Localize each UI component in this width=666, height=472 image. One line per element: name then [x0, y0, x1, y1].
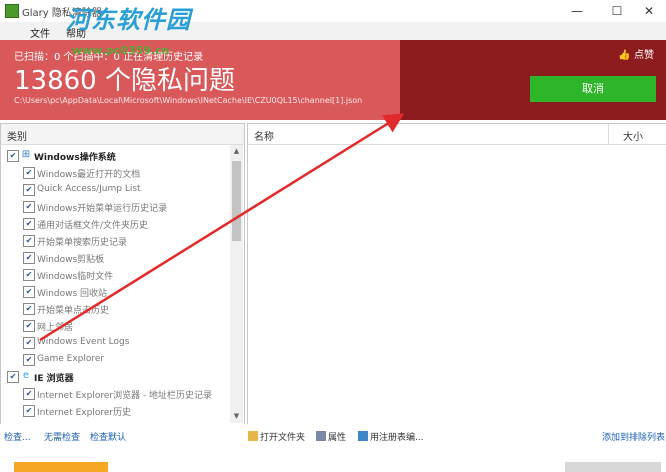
scroll-up-icon[interactable]: ▲: [230, 145, 243, 158]
open-folder-button[interactable]: 打开文件夹: [248, 430, 305, 443]
item-label: Windows剪贴板: [37, 255, 105, 265]
check-default-link[interactable]: 检查默认: [90, 430, 126, 443]
item-label: Quick Access/Jump List: [37, 184, 141, 194]
column-name-header[interactable]: 名称: [254, 128, 274, 143]
item-checkbox[interactable]: ✔: [23, 269, 35, 281]
item-label: Windows开始菜单运行历史记录: [37, 204, 168, 214]
item-checkbox[interactable]: ✔: [23, 354, 35, 366]
item-label: Windows Event Logs: [37, 337, 130, 347]
primary-action-button-partial[interactable]: [14, 462, 108, 472]
registry-edit-button[interactable]: 用注册表编...: [358, 430, 424, 443]
category-item[interactable]: ✔ Windows最近打开的文档: [1, 164, 229, 181]
category-item[interactable]: ✔ Internet Explorer浏览器 - 地址栏历史记录: [1, 385, 229, 402]
scroll-down-icon[interactable]: ▼: [230, 410, 243, 423]
item-label: Windows最近打开的文档: [37, 170, 141, 180]
category-item[interactable]: ✔ Windows 回收站: [1, 283, 229, 300]
close-button[interactable]: ✕: [634, 2, 664, 20]
item-checkbox[interactable]: ✔: [23, 235, 35, 247]
column-size-header[interactable]: 大小: [623, 128, 643, 143]
item-label: Internet Explorer历史: [37, 408, 132, 418]
category-panel: 类别 ✔ ⊞ Windows操作系统 ✔ Windows最近打开的文档 ✔ Quick Ac…: [0, 123, 245, 425]
secondary-action-button-partial[interactable]: [565, 462, 661, 472]
item-checkbox[interactable]: ✔: [23, 167, 35, 179]
open-folder-label: 打开文件夹: [260, 433, 306, 443]
category-tree: ✔ ⊞ Windows操作系统 ✔ Windows最近打开的文档 ✔ Quick Acces…: [1, 145, 229, 423]
category-item[interactable]: ✔ Windows临时文件: [1, 266, 229, 283]
windows-icon: ⊞: [21, 149, 31, 160]
registry-icon: [358, 431, 368, 441]
app-logo-icon: [5, 4, 19, 18]
group-label: Windows操作系统: [34, 153, 116, 163]
registry-edit-label: 用注册表编...: [370, 433, 424, 443]
cancel-button[interactable]: 取消: [530, 76, 656, 102]
category-item[interactable]: ✔ 开始菜单搜索历史记录: [1, 232, 229, 249]
group-checkbox[interactable]: ✔: [7, 371, 19, 383]
watermark-text: 河东软件园: [66, 6, 191, 34]
ie-icon: e: [22, 370, 30, 381]
menu-file[interactable]: 文件: [30, 25, 50, 40]
item-checkbox[interactable]: ✔: [23, 337, 35, 349]
add-to-exclusion-link[interactable]: 添加到排除列表: [602, 430, 665, 443]
column-divider[interactable]: [608, 124, 609, 144]
bottom-toolbar: 检查... 无需检查 检查默认 打开文件夹 属性 用注册表编... 添加到排除列…: [0, 424, 666, 448]
like-label: 点赞: [634, 50, 654, 61]
item-checkbox[interactable]: ✔: [23, 184, 35, 196]
item-checkbox[interactable]: ✔: [23, 405, 35, 417]
group-label: IE 浏览器: [34, 374, 74, 384]
properties-button[interactable]: 属性: [316, 430, 346, 443]
item-checkbox[interactable]: ✔: [23, 388, 35, 400]
category-item[interactable]: ✔ Quick Access/Jump List: [1, 181, 229, 198]
current-scan-path: C:\Users\pc\AppData\Local\Microsoft\Wind…: [14, 96, 363, 105]
privacy-issue-count: 13860 个隐私问题: [14, 66, 235, 96]
item-checkbox[interactable]: ✔: [23, 303, 35, 315]
thumbs-up-icon: 👍: [618, 50, 631, 61]
group-checkbox[interactable]: ✔: [7, 150, 19, 162]
category-group[interactable]: ✔ ⊞ Windows操作系统: [1, 147, 229, 164]
item-label: 通用对话框文件/文件夹历史: [37, 221, 149, 231]
like-button[interactable]: 👍 点赞: [618, 46, 654, 61]
item-checkbox[interactable]: ✔: [23, 286, 35, 298]
category-item[interactable]: ✔ Windows剪贴板: [1, 249, 229, 266]
results-panel: 名称 大小: [247, 123, 666, 425]
item-label: 网上邻居: [37, 323, 74, 333]
category-header-label: 类别: [7, 132, 27, 143]
uncheck-all-link[interactable]: 无需检查: [44, 430, 80, 443]
category-group[interactable]: ✔ e IE 浏览器: [1, 368, 229, 385]
item-label: Windows临时文件: [37, 272, 114, 282]
item-label: Windows 回收站: [37, 289, 108, 299]
properties-label: 属性: [328, 433, 347, 443]
category-header: 类别: [1, 124, 244, 145]
item-label: Internet Explorer浏览器 - 地址栏历史记录: [37, 391, 213, 401]
category-item[interactable]: ✔ 网上邻居: [1, 317, 229, 334]
properties-icon: [316, 431, 326, 441]
item-label: Game Explorer: [37, 354, 105, 364]
check-all-link[interactable]: 检查...: [4, 430, 31, 443]
minimize-button[interactable]: —: [562, 2, 592, 20]
category-scrollbar[interactable]: ▲ ▼: [230, 145, 243, 423]
item-checkbox[interactable]: ✔: [23, 252, 35, 264]
item-label: 开始菜单点击历史: [37, 306, 110, 316]
category-item[interactable]: ✔ Internet Explorer历史: [1, 402, 229, 419]
item-label: 开始菜单搜索历史记录: [37, 238, 128, 248]
folder-icon: [248, 431, 258, 441]
watermark-url: www.pc0359.cn: [72, 44, 170, 57]
item-checkbox[interactable]: ✔: [23, 201, 35, 213]
category-item[interactable]: ✔ Windows开始菜单运行历史记录: [1, 198, 229, 215]
scroll-thumb[interactable]: [232, 161, 241, 241]
item-checkbox[interactable]: ✔: [23, 320, 35, 332]
header-divider: [248, 144, 666, 145]
item-checkbox[interactable]: ✔: [23, 218, 35, 230]
category-item[interactable]: ✔ Windows Event Logs: [1, 334, 229, 351]
category-item[interactable]: ✔ 通用对话框文件/文件夹历史: [1, 215, 229, 232]
category-item[interactable]: ✔ 开始菜单点击历史: [1, 300, 229, 317]
maximize-button[interactable]: ☐: [602, 2, 632, 20]
category-item[interactable]: ✔ Game Explorer: [1, 351, 229, 368]
